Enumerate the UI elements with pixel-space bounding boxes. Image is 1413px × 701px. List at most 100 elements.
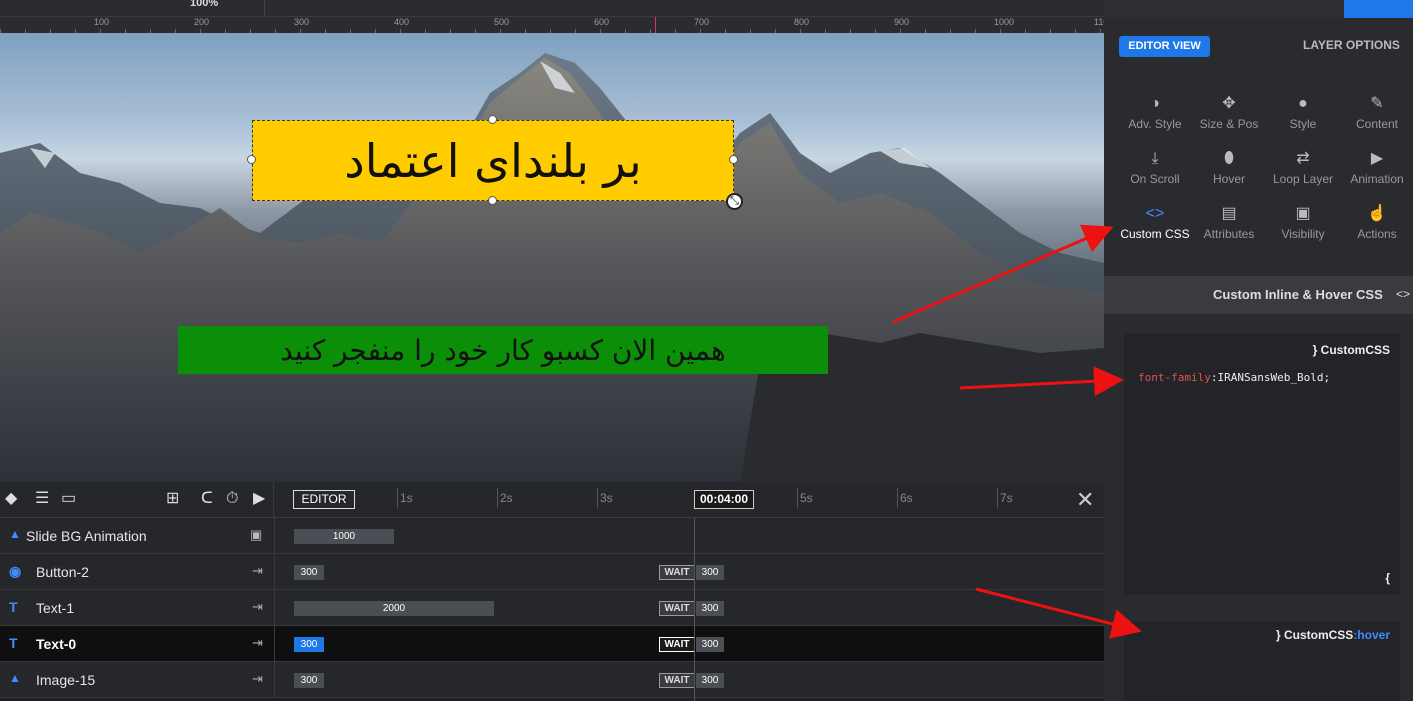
row-divider bbox=[274, 662, 275, 698]
layer-options-title[interactable]: LAYER OPTIONS bbox=[1303, 38, 1400, 52]
end-bar[interactable]: 300 bbox=[696, 601, 724, 616]
tab-layer-active[interactable] bbox=[1344, 0, 1413, 18]
hover-css-editor[interactable]: } CustomCSS:hover bbox=[1124, 621, 1400, 701]
option-animation[interactable]: ▶ Animation bbox=[1340, 149, 1413, 186]
timeline-row[interactable]: ▲ Slide BG Animation ▣ 1000 bbox=[0, 518, 1104, 554]
code-toggle-icon[interactable]: <> bbox=[1396, 287, 1410, 301]
layer-label: Text-1 bbox=[36, 600, 75, 616]
end-bar[interactable]: 300 bbox=[696, 637, 724, 652]
second-label: 7s bbox=[1000, 491, 1013, 505]
arrow-right-bar-icon[interactable]: ⇥ bbox=[252, 635, 263, 651]
layers-icon[interactable]: ◆ bbox=[5, 490, 17, 508]
animation-bar[interactable]: 300 bbox=[294, 673, 324, 688]
option-size-pos[interactable]: ✥ Size & Pos bbox=[1192, 94, 1266, 131]
headline-text-layer[interactable]: بر بلندای اعتماد bbox=[252, 120, 734, 201]
resize-handle-bottom[interactable] bbox=[488, 196, 497, 205]
image-icon: ▲ bbox=[9, 527, 21, 541]
layer-label: Button-2 bbox=[36, 564, 89, 580]
second-label: 3s bbox=[600, 491, 613, 505]
option-label: Size & Pos bbox=[1199, 117, 1259, 131]
resize-handle-top[interactable] bbox=[488, 115, 497, 124]
end-bar[interactable]: 300 bbox=[696, 565, 724, 580]
end-bar[interactable]: 300 bbox=[696, 673, 724, 688]
option-label: Adv. Style bbox=[1128, 117, 1182, 131]
second-tick bbox=[897, 488, 898, 508]
wait-badge[interactable]: WAIT bbox=[659, 637, 695, 652]
animation-bar[interactable]: 2000 bbox=[294, 601, 494, 616]
top-toolbar: 100% bbox=[0, 0, 1104, 16]
stopwatch-icon[interactable]: ⏱ bbox=[226, 490, 238, 508]
text-icon: T bbox=[9, 635, 18, 651]
ruler-tick-label: 300 bbox=[294, 17, 310, 27]
timeline-editor-chip[interactable]: EDITOR bbox=[293, 490, 355, 509]
gallery-icon[interactable]: ▣ bbox=[250, 527, 262, 543]
option-label: Loop Layer bbox=[1272, 172, 1334, 186]
layer-label: Text-0 bbox=[36, 636, 77, 652]
second-label: 6s bbox=[900, 491, 913, 505]
slide-canvas[interactable]: بر بلندای اعتماد ⤡ همین الان کسبو کار خو… bbox=[0, 33, 1104, 482]
option-loop-layer[interactable]: ⇄ Loop Layer bbox=[1266, 149, 1340, 186]
timeline-row-selected[interactable]: T Text-0 ⇥ 300 WAIT 300 bbox=[0, 626, 1104, 662]
second-tick bbox=[997, 488, 998, 508]
move-icon: ✥ bbox=[1222, 95, 1236, 112]
second-label: 1s bbox=[400, 491, 413, 505]
ruler-tick-label: 700 bbox=[694, 17, 710, 27]
timeline-row[interactable]: T Text-1 ⇥ 2000 WAIT 300 bbox=[0, 590, 1104, 626]
mouse-icon: ⬮ bbox=[1223, 150, 1235, 167]
arrow-right-bar-icon[interactable]: ⇥ bbox=[252, 671, 263, 687]
wait-badge[interactable]: WAIT bbox=[659, 565, 695, 580]
animation-bar[interactable]: 1000 bbox=[294, 529, 394, 544]
editor-view-button[interactable]: EDITOR VIEW bbox=[1119, 36, 1210, 57]
zoom-level[interactable]: 100% bbox=[190, 0, 218, 9]
animation-bar[interactable]: 300 bbox=[294, 565, 324, 580]
timeline-playhead[interactable] bbox=[694, 518, 695, 701]
subline-text-layer[interactable]: همین الان کسبو کار خود را منفجر کنید bbox=[178, 326, 828, 374]
arrow-right-bar-icon[interactable]: ⇥ bbox=[252, 563, 263, 579]
play-icon[interactable]: ▶ bbox=[253, 490, 265, 508]
hand-icon: ☝ bbox=[1367, 205, 1387, 222]
css-section-header[interactable]: Custom Inline & Hover CSS <> bbox=[1104, 276, 1413, 314]
option-visibility[interactable]: ▣ Visibility bbox=[1266, 204, 1340, 241]
resize-handle-left[interactable] bbox=[247, 155, 256, 164]
resize-corner-icon[interactable]: ⤡ bbox=[726, 193, 743, 210]
folder-icon[interactable]: ▭ bbox=[61, 490, 76, 508]
css-code-line[interactable]: font-family:IRANSansWeb_Bold; bbox=[1138, 371, 1330, 384]
second-label: 2s bbox=[500, 491, 513, 505]
option-attributes[interactable]: ▤ Attributes bbox=[1192, 204, 1266, 241]
option-label: Attributes bbox=[1203, 227, 1255, 241]
option-label: Custom CSS bbox=[1120, 227, 1190, 241]
option-actions[interactable]: ☝ Actions bbox=[1340, 204, 1413, 241]
option-label: Actions bbox=[1357, 227, 1397, 241]
wait-badge[interactable]: WAIT bbox=[659, 601, 695, 616]
option-on-scroll[interactable]: ⤓ On Scroll bbox=[1118, 149, 1192, 186]
magnet-icon[interactable]: ᑕ bbox=[201, 490, 213, 508]
hover-editor-header: } CustomCSS:hover bbox=[1276, 628, 1390, 642]
option-adv-style[interactable]: ◑ Adv. Style bbox=[1118, 94, 1192, 131]
button-icon: ◉ bbox=[9, 563, 22, 579]
document-icon: ▤ bbox=[1221, 205, 1237, 222]
resize-handle-right[interactable] bbox=[729, 155, 738, 164]
animation-bar[interactable]: 300 bbox=[294, 637, 324, 652]
visibility-icon: ▣ bbox=[1295, 205, 1311, 222]
close-timeline-icon[interactable]: ✕ bbox=[1076, 487, 1094, 513]
ruler-tick-label: 200 bbox=[194, 17, 210, 27]
option-label: Animation bbox=[1350, 172, 1404, 186]
list-icon[interactable]: ☰ bbox=[35, 490, 49, 508]
option-hover[interactable]: ⬮ Hover bbox=[1192, 149, 1266, 186]
grid-icon[interactable]: ⊞ bbox=[166, 490, 179, 508]
option-label: Content bbox=[1355, 117, 1399, 131]
option-label: Style bbox=[1289, 117, 1317, 131]
timeline-row[interactable]: ▲ Image-15 ⇥ 300 WAIT 300 bbox=[0, 662, 1104, 698]
layer-label: Image-15 bbox=[36, 672, 96, 688]
wait-badge[interactable]: WAIT bbox=[659, 673, 695, 688]
code-icon: <> bbox=[1145, 205, 1165, 222]
horizontal-ruler: 100 200 300 400 500 600 700 800 900 1000 1100 bbox=[0, 16, 1104, 33]
custom-css-editor[interactable]: } CustomCSS font-family:IRANSansWeb_Bold… bbox=[1124, 334, 1400, 595]
timeline-row[interactable]: ◉ Button-2 ⇥ 300 WAIT 300 bbox=[0, 554, 1104, 590]
mountain-background-image bbox=[0, 53, 1104, 482]
option-style[interactable]: ● Style bbox=[1266, 94, 1340, 131]
arrow-right-bar-icon[interactable]: ⇥ bbox=[252, 599, 263, 615]
option-content[interactable]: ✎ Content bbox=[1340, 94, 1413, 131]
option-custom-css[interactable]: <> Custom CSS bbox=[1118, 204, 1192, 241]
current-time-display[interactable]: 00:04:00 bbox=[694, 490, 754, 509]
